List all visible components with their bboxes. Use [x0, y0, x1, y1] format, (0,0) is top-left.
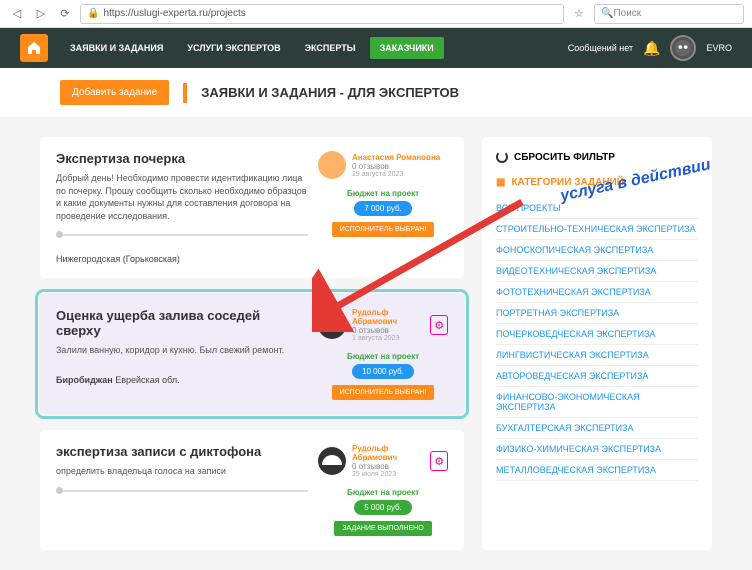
divider [183, 83, 187, 103]
sidebar-item[interactable]: АВТОРОВЕДЧЕСКАЯ ЭКСПЕРТИЗА [496, 366, 698, 387]
task-card[interactable]: Экспертиза почерка Добрый день! Необходи… [40, 137, 464, 278]
sidebar-item[interactable]: БУХГАЛТЕРСКАЯ ЭКСПЕРТИЗА [496, 418, 698, 439]
reset-filter-button[interactable]: СБРОСИТЬ ФИЛЬТР [496, 151, 698, 163]
reload-icon [496, 151, 508, 163]
sidebar-item[interactable]: ФИНАНСОВО-ЭКОНОМИЧЕСКАЯ ЭКСПЕРТИЗА [496, 387, 698, 418]
card-location: Нижегородская (Горьковская) [56, 254, 308, 264]
avatar-icon [318, 447, 346, 475]
task-card-highlighted[interactable]: Оценка ущерба залива соседей сверху Зали… [40, 294, 464, 414]
gear-icon[interactable]: ⚙ [430, 315, 448, 335]
budget-label: Бюджет на проект [347, 488, 419, 497]
card-title: Оценка ущерба залива соседей сверху [56, 308, 308, 338]
nav-requests[interactable]: ЗАЯВКИ И ЗАДАНИЯ [60, 37, 173, 59]
logo-icon[interactable] [20, 34, 48, 62]
user-reviews: 0 отзывов [352, 326, 424, 335]
reload-icon[interactable]: ⟳ [56, 5, 74, 23]
star-icon[interactable]: ☆ [570, 5, 588, 23]
timeline [56, 234, 308, 236]
sidebar: СБРОСИТЬ ФИЛЬТР ▦ КАТЕГОРИИ ЗАДАНИЙ ВСЕ … [482, 137, 712, 550]
browser-search[interactable]: 🔍 Поиск [594, 4, 744, 24]
sidebar-item[interactable]: ЛИНГВИСТИЧЕСКАЯ ЭКСПЕРТИЗА [496, 345, 698, 366]
subheader: Добавить задание ЗАЯВКИ И ЗАДАНИЯ - ДЛЯ … [0, 68, 752, 117]
task-card[interactable]: экспертиза записи с диктофона определить… [40, 430, 464, 550]
user-name[interactable]: Рудольф Абрамович [352, 308, 424, 326]
card-location: Биробиджан Еврейская обл. [56, 375, 308, 385]
bell-icon[interactable]: 🔔 [643, 40, 660, 57]
sidebar-item[interactable]: ФИЗИКО-ХИМИЧЕСКАЯ ЭКСПЕРТИЗА [496, 439, 698, 460]
forward-icon[interactable]: ▷ [32, 5, 50, 23]
user-name[interactable]: Анастасия Романовна [352, 153, 440, 162]
status-badge: ИСПОЛНИТЕЛЬ ВЫБРАН! [332, 385, 435, 400]
card-desc: Добрый день! Необходимо провести идентиф… [56, 172, 308, 222]
budget-label: Бюджет на проект [347, 189, 419, 198]
sidebar-item[interactable]: ФОНОСКОПИЧЕСКАЯ ЭКСПЕРТИЗА [496, 240, 698, 261]
sidebar-item[interactable]: ПОЧЕРКОВЕДЧЕСКАЯ ЭКСПЕРТИЗА [496, 324, 698, 345]
price-badge: 5 000 руб. [354, 500, 412, 515]
messages-label[interactable]: Сообщений нет [568, 43, 633, 53]
status-badge: ЗАДАНИЕ ВЫПОЛНЕНО [334, 521, 431, 536]
user-name[interactable]: Рудольф Абрамович [352, 444, 424, 462]
nav-services[interactable]: УСЛУГИ ЭКСПЕРТОВ [177, 37, 290, 59]
search-icon: 🔍 [601, 8, 613, 19]
card-date: 1 августа 2023 [352, 335, 424, 342]
card-title: экспертиза записи с диктофона [56, 444, 308, 459]
lock-icon: 🔒 [87, 8, 99, 19]
user-reviews: 0 отзывов [352, 462, 424, 471]
grid-icon: ▦ [496, 177, 505, 188]
price-badge: 7 000 руб. [354, 201, 412, 216]
sidebar-item[interactable]: МЕТАЛЛОВЕДЧЕСКАЯ ЭКСПЕРТИЗА [496, 460, 698, 481]
user-avatar-icon[interactable] [670, 35, 696, 61]
avatar-icon [318, 311, 346, 339]
avatar-icon [318, 151, 346, 179]
url-bar[interactable]: 🔒 https://uslugi-experta.ru/projects [80, 4, 564, 24]
card-title: Экспертиза почерка [56, 151, 308, 166]
add-task-button[interactable]: Добавить задание [60, 80, 169, 105]
sidebar-item[interactable]: ВИДЕОТЕХНИЧЕСКАЯ ЭКСПЕРТИЗА [496, 261, 698, 282]
gear-icon[interactable]: ⚙ [430, 451, 448, 471]
url-text: https://uslugi-experta.ru/projects [103, 8, 245, 19]
user-reviews: 0 отзывов [352, 162, 440, 171]
card-desc: определить владельца голоса на записи [56, 465, 308, 478]
username[interactable]: EVRO [706, 43, 732, 53]
price-badge: 10 000 руб. [352, 364, 414, 379]
sidebar-category-header: ▦ КАТЕГОРИИ ЗАДАНИЙ [496, 177, 698, 188]
page-title: ЗАЯВКИ И ЗАДАНИЯ - ДЛЯ ЭКСПЕРТОВ [201, 85, 459, 100]
sidebar-item[interactable]: ВСЕ ПРОЕКТЫ [496, 198, 698, 219]
sidebar-item[interactable]: СТРОИТЕЛЬНО-ТЕХНИЧЕСКАЯ ЭКСПЕРТИЗА [496, 219, 698, 240]
top-nav: ЗАЯВКИ И ЗАДАНИЯ УСЛУГИ ЭКСПЕРТОВ ЭКСПЕР… [0, 28, 752, 68]
sidebar-item[interactable]: ПОРТРЕТНАЯ ЭКСПЕРТИЗА [496, 303, 698, 324]
back-icon[interactable]: ◁ [8, 5, 26, 23]
timeline [56, 490, 308, 492]
nav-customers[interactable]: ЗАКАЗЧИКИ [370, 37, 444, 59]
status-badge: ИСПОЛНИТЕЛЬ ВЫБРАН! [332, 222, 435, 237]
browser-bar: ◁ ▷ ⟳ 🔒 https://uslugi-experta.ru/projec… [0, 0, 752, 28]
card-desc: Залили ванную, коридор и кухню. Был свеж… [56, 344, 308, 357]
budget-label: Бюджет на проект [347, 352, 419, 361]
card-date: 25 июля 2023 [352, 471, 424, 478]
card-date: 29 августа 2023 [352, 171, 440, 178]
sidebar-item[interactable]: ФОТОТЕХНИЧЕСКАЯ ЭКСПЕРТИЗА [496, 282, 698, 303]
nav-experts[interactable]: ЭКСПЕРТЫ [295, 37, 366, 59]
